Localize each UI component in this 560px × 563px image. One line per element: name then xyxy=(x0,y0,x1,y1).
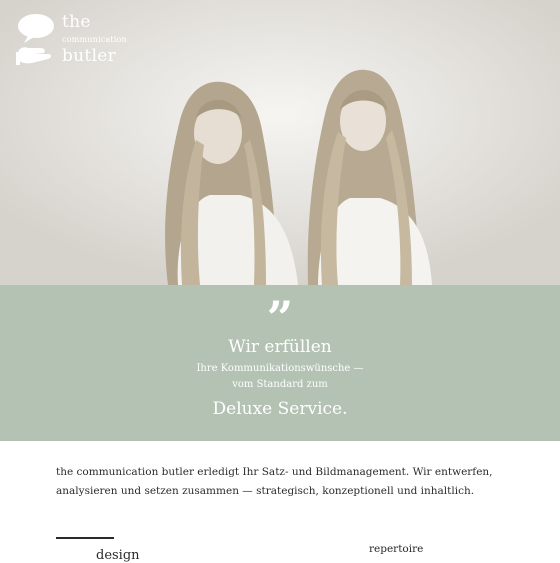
quote-icon: ” xyxy=(266,291,294,345)
section-divider xyxy=(56,537,114,539)
quote-line-4: Deluxe Service. xyxy=(212,399,348,419)
section-heading-repertoire: repertoire xyxy=(369,543,424,555)
logo-text-butler: butler xyxy=(62,46,117,66)
hero-section: the communication butler xyxy=(0,0,560,285)
section-heading-design: design xyxy=(96,548,140,563)
logo-text-the: the xyxy=(62,12,91,32)
quote-line-1: Wir erfüllen xyxy=(228,337,332,357)
logo[interactable]: the communication butler xyxy=(14,10,154,70)
speech-bubble-hand-icon xyxy=(16,14,54,65)
logo-text-communication: communication xyxy=(62,35,127,44)
intro-paragraph: the communication butler erledigt Ihr Sa… xyxy=(56,466,493,497)
quote-line-3: vom Standard zum xyxy=(232,379,328,390)
quote-line-2: Ihre Kommunikationswünsche — xyxy=(196,363,364,374)
